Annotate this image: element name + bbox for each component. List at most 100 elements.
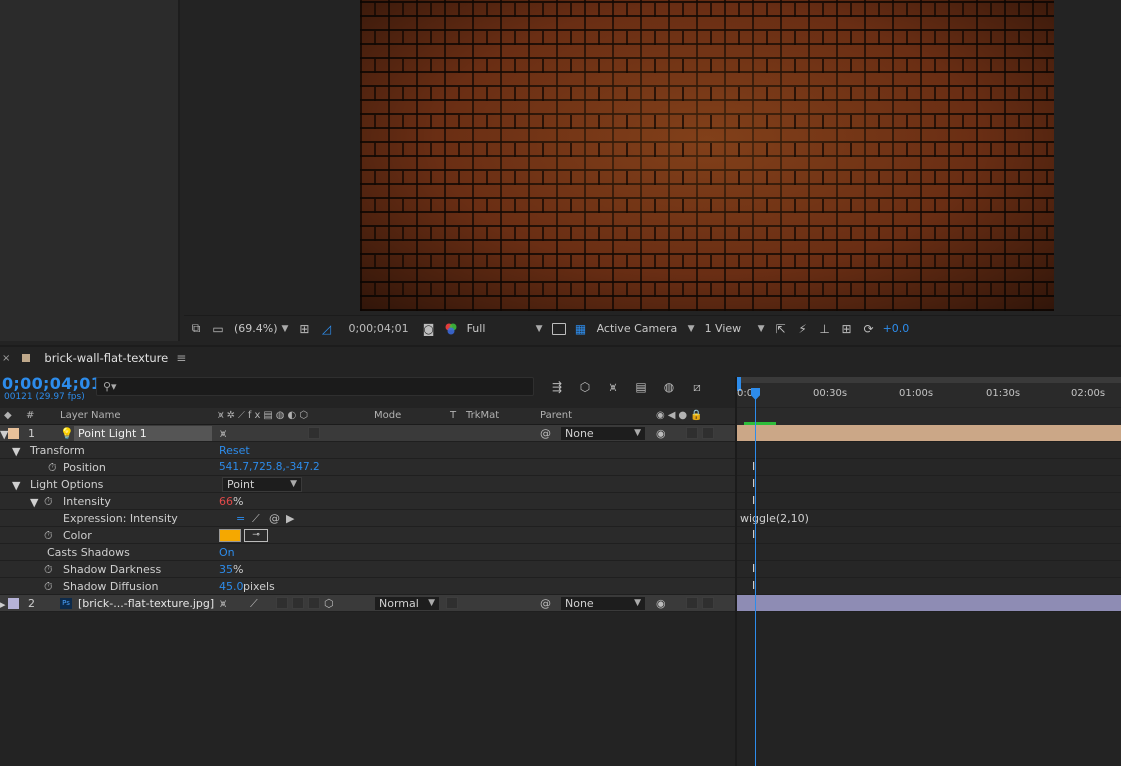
fast-previews-icon[interactable]: ⚡ [795,321,811,337]
property-row[interactable]: ▼ ⏱ Intensity 66 % [0,493,737,510]
blend-mode-select[interactable]: Normal ▼ [374,596,440,611]
stopwatch-icon[interactable]: ⏱ [44,495,53,509]
always-preview-icon[interactable]: ⧉ [188,321,204,337]
exposure-reset-icon[interactable]: ⟳ [861,321,877,337]
transparency-grid-icon[interactable]: ▦ [573,321,589,337]
lock-switch[interactable] [702,597,714,609]
switches-column-icons[interactable]: ⩙✲⟋fx▤◍◐⬡ [218,410,311,421]
layer-row[interactable]: ▼ 1 💡 Point Light 1 ⩙ @ None ▼ ◉ [0,425,737,442]
layer-search-input[interactable]: ⚲▾ [96,377,534,396]
property-row[interactable]: ⏱ Position 541.7,725.8,-347.2 [0,459,737,476]
region-of-interest-icon[interactable] [551,321,567,337]
property-row[interactable]: Casts Shadows On [0,544,737,561]
expression-row[interactable]: Expression: Intensity = ⟋ @ ▶ [0,510,737,527]
layer-name[interactable]: [brick-...-flat-texture.jpg] [78,597,214,610]
quality-switch-icon[interactable]: ⟋ [250,597,258,611]
shy-switch-icon[interactable]: ⩙ [220,597,226,611]
expand-triangle-icon[interactable]: ▼ [12,445,20,458]
view-layout-select[interactable]: 1 View ▼ [703,320,767,338]
time-ruler[interactable]: 0:00 00:30s 01:00s 01:30s 02:00s [737,377,1121,407]
effects-switch[interactable] [276,597,288,609]
light-type-select[interactable]: Point ▼ [222,477,302,492]
casts-shadows-value[interactable]: On [219,546,235,559]
expand-triangle-icon[interactable]: ▼ [12,479,20,492]
parent-select[interactable]: None ▼ [560,596,646,611]
expand-triangle-icon[interactable]: ▼ [30,496,38,509]
layer-row[interactable]: ▸ 2 Ps [brick-...-flat-texture.jpg] ⩙ ⟋ … [0,595,737,612]
mask-visibility-icon[interactable]: ◿ [318,321,334,337]
collapse-triangle-icon[interactable]: ▸ [0,598,6,611]
current-time-indicator[interactable] [755,388,756,766]
motion-blur-icon[interactable]: ◍ [660,379,678,395]
visibility-eye-icon[interactable]: ◉ [656,597,666,610]
parent-select[interactable]: None ▼ [560,426,646,441]
av-features-icons[interactable]: ◉◀●🔒 [656,410,706,421]
pick-whip-icon[interactable]: @ [540,597,551,610]
intensity-value[interactable]: 66 [219,495,233,508]
preserve-transparency-switch[interactable] [446,597,458,609]
eyedropper-icon[interactable]: ⊸ [244,529,268,542]
property-row[interactable]: ⏱ Color ⊸ [0,527,737,544]
exposure-value[interactable]: +0.0 [883,322,910,335]
monitor-icon[interactable]: ▭ [210,321,226,337]
column-trkmat[interactable]: TrkMat [466,410,499,421]
toggle-pixel-aspect-icon[interactable]: ⇱ [773,321,789,337]
shadow-diffusion-value[interactable]: 45.0 [219,580,244,593]
draft-3d-icon[interactable]: ⬡ [576,379,594,395]
timeline-icon[interactable]: ⊥ [817,321,833,337]
solo-switch[interactable] [686,427,698,439]
expression-text[interactable]: wiggle(2,10) [740,512,809,525]
viewer-timecode[interactable]: 0;00;04;01 [348,322,408,335]
shy-layers-icon[interactable]: ⩙ [604,379,622,395]
light-color-swatch[interactable] [219,529,241,542]
enable-expression-icon[interactable]: = [236,512,245,525]
visibility-eye-icon[interactable]: ◉ [656,427,666,440]
label-color-swatch[interactable] [8,598,19,609]
camera-snapshot-icon[interactable]: ◙ [421,321,437,337]
shy-switch-icon[interactable]: ⩙ [220,427,226,441]
expression-graph-icon[interactable]: ⟋ [252,512,260,526]
panel-menu-icon[interactable]: ≡ [176,351,186,365]
graph-editor-icon[interactable]: ⧄ [688,379,706,395]
label-color-swatch[interactable] [8,428,19,439]
stopwatch-icon[interactable]: ⏱ [48,461,57,475]
layer-duration-bar[interactable] [737,595,1121,612]
property-row[interactable]: ⏱ Shadow Darkness 35 % [0,561,737,578]
timeline-tab[interactable]: × brick-wall-flat-texture ≡ [0,347,1121,369]
property-row[interactable]: ⏱ Shadow Diffusion 45.0 pixels [0,578,737,595]
pick-whip-icon[interactable]: @ [540,427,551,440]
safe-margins-icon[interactable]: ⊞ [296,321,312,337]
stopwatch-icon[interactable]: ⏱ [44,580,53,594]
property-group-row[interactable]: ▼ Light Options Point ▼ [0,476,737,493]
composition-tab-title[interactable]: brick-wall-flat-texture [44,351,168,365]
3d-layer-icon[interactable]: ⬡ [324,597,334,610]
expression-language-menu-icon[interactable]: ▶ [286,512,294,525]
column-number[interactable]: # [26,410,34,421]
column-t[interactable]: T [450,410,456,421]
column-layer-name[interactable]: Layer Name [60,410,121,421]
position-value[interactable]: 541.7,725.8,-347.2 [219,461,320,473]
composition-mini-flowchart-icon[interactable]: ⇶ [548,379,566,395]
layer-duration-bar[interactable] [737,425,1121,442]
close-icon[interactable]: × [2,353,10,364]
layer-name[interactable]: Point Light 1 [74,426,212,441]
3d-layer-switch[interactable] [308,427,320,439]
motion-blur-switch[interactable] [308,597,320,609]
work-area-bar[interactable] [737,377,1121,383]
stopwatch-icon[interactable]: ⏱ [44,529,53,543]
reset-link[interactable]: Reset [219,444,250,457]
expression-pick-whip-icon[interactable]: @ [269,512,280,525]
column-parent[interactable]: Parent [540,410,572,421]
brick-wall-preview[interactable] [360,0,1054,311]
solo-switch[interactable] [686,597,698,609]
camera-select[interactable]: Active Camera ▼ [595,320,697,338]
stopwatch-icon[interactable]: ⏱ [44,563,53,577]
lock-switch[interactable] [702,427,714,439]
property-group-row[interactable]: ▼ Transform Reset [0,442,737,459]
label-column-icon[interactable]: ◆ [4,410,12,421]
current-time-display[interactable]: 0;00;04;01 [2,374,102,393]
zoom-select[interactable]: (69.4%) ▼ [232,320,290,338]
color-channels-icon[interactable] [443,321,459,337]
resolution-select[interactable]: Full ▼ [465,320,545,338]
flowchart-icon[interactable]: ⊞ [839,321,855,337]
